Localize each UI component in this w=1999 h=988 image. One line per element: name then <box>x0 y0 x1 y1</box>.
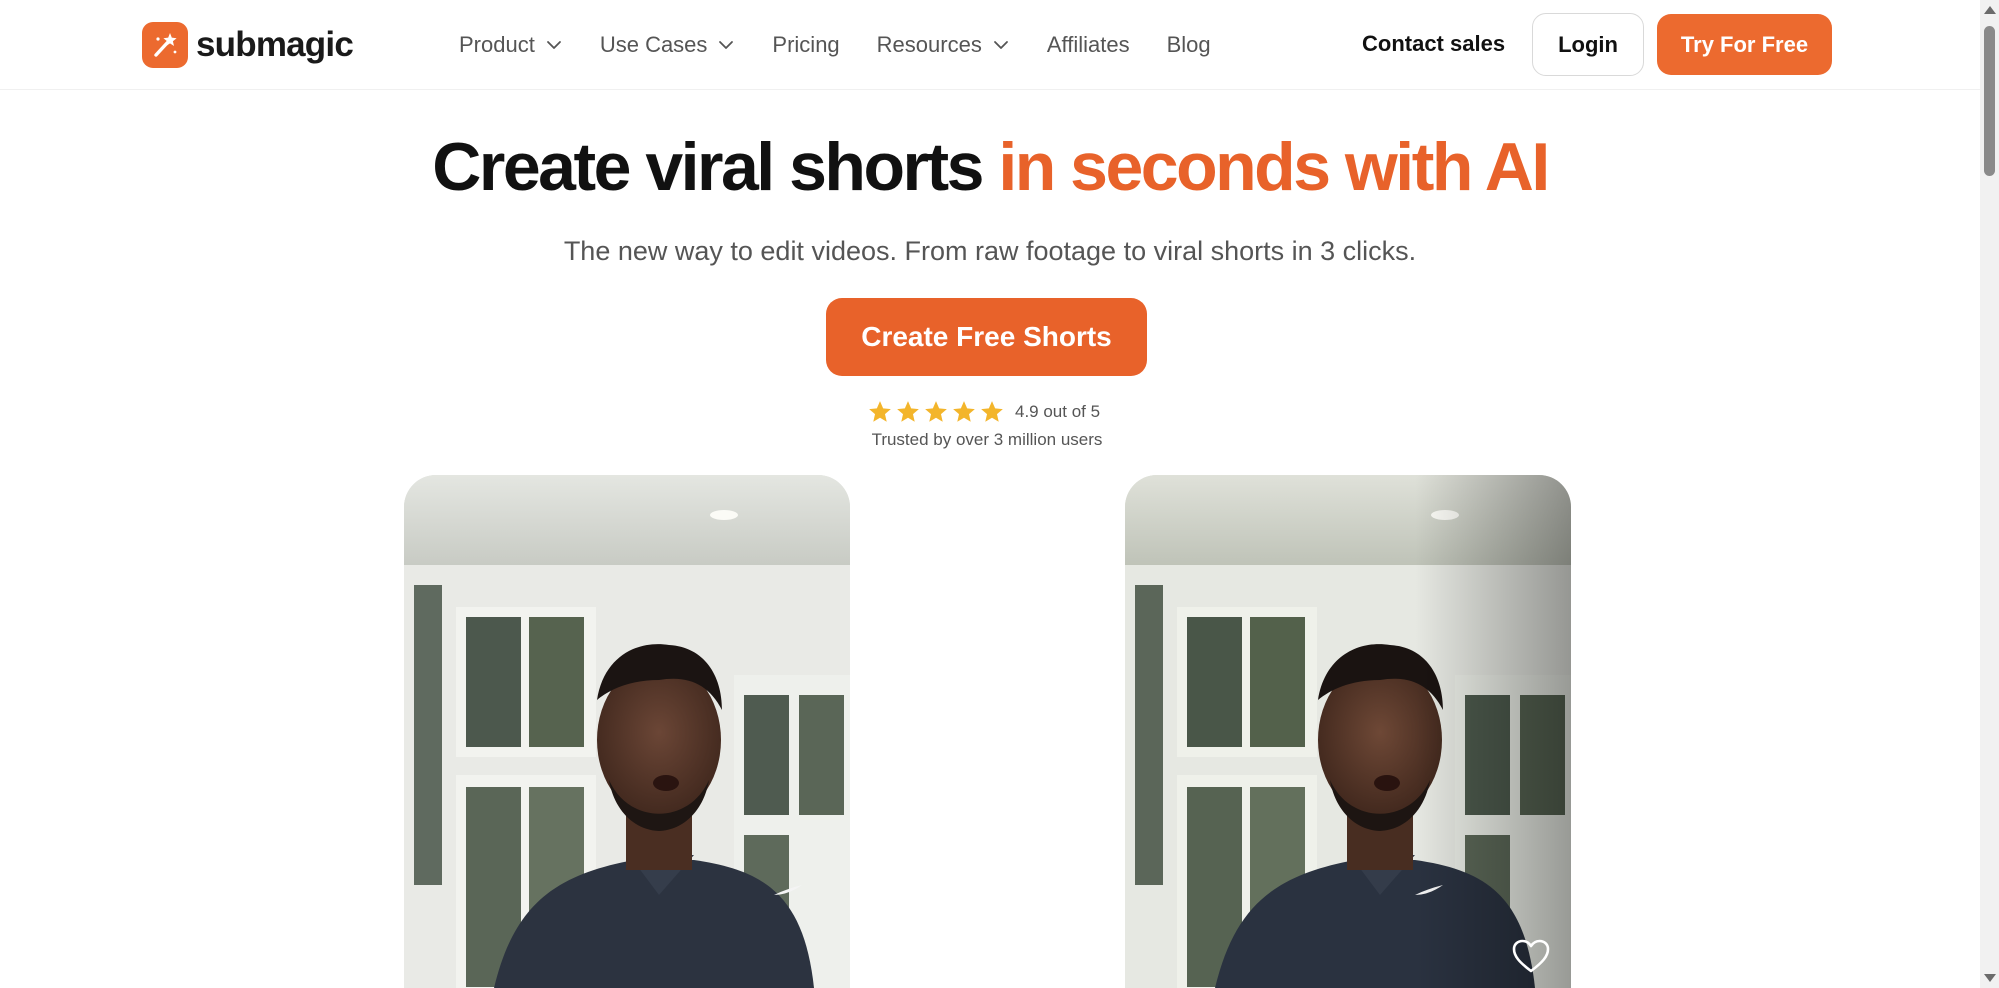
login-button[interactable]: Login <box>1532 13 1644 76</box>
star-icon <box>925 401 947 422</box>
nav-item-affiliates[interactable]: Affiliates <box>1047 32 1130 58</box>
chevron-down-icon <box>546 41 561 49</box>
star-icon <box>897 401 919 422</box>
brand-name: submagic <box>196 25 354 64</box>
edited-video[interactable] <box>1125 475 1571 988</box>
nav-item-label: Affiliates <box>1046 32 1130 57</box>
nav-item-blog[interactable]: Blog <box>1167 32 1211 58</box>
chevron-down-icon <box>719 41 734 49</box>
contact-sales-link[interactable]: Contact sales <box>1362 31 1505 57</box>
video-frame <box>404 475 850 988</box>
create-free-shorts-button[interactable]: Create Free Shorts <box>826 298 1147 376</box>
trusted-text: Trusted by over 3 million users <box>871 430 1103 449</box>
star-icon <box>981 401 1003 422</box>
headline-main: Create viral shorts <box>432 129 999 205</box>
nav-item-label: Product <box>459 32 535 57</box>
raw-video[interactable] <box>404 475 850 988</box>
nav-item-resources[interactable]: Resources <box>877 32 1010 58</box>
main-nav: Product Use Cases Pricing Resources Affi… <box>459 0 1211 90</box>
nav-item-product[interactable]: Product <box>459 32 563 58</box>
try-for-free-button[interactable]: Try For Free <box>1657 14 1832 75</box>
heart-icon[interactable] <box>1511 938 1551 974</box>
nav-item-label: Blog <box>1166 32 1211 57</box>
magic-wand-icon <box>142 22 188 68</box>
rating-value: 4.9 out of 5 <box>1015 402 1101 421</box>
nav-item-label: Resources <box>876 32 982 57</box>
scrollbar-thumb[interactable] <box>1984 26 1995 176</box>
nav-item-label: Use Cases <box>599 32 708 57</box>
scroll-down-arrow-icon[interactable] <box>1984 974 1996 982</box>
video-frame <box>1125 475 1571 988</box>
star-icon <box>953 401 975 422</box>
nav-item-use-cases[interactable]: Use Cases <box>600 32 736 58</box>
star-rating <box>867 399 1005 425</box>
scroll-up-arrow-icon[interactable] <box>1984 6 1996 14</box>
headline-accent: in seconds with AI <box>998 129 1550 205</box>
hero-headline: Create viral shorts in seconds with AI <box>0 128 1980 206</box>
chevron-down-icon <box>993 41 1008 49</box>
nav-item-pricing[interactable]: Pricing <box>772 32 839 58</box>
hero-subline: The new way to edit videos. From raw foo… <box>563 236 1417 266</box>
brand-logo[interactable]: submagic <box>142 22 354 68</box>
star-icon <box>869 401 891 422</box>
page-scrollbar[interactable] <box>1980 0 1999 988</box>
nav-item-label: Pricing <box>772 32 840 57</box>
site-header: submagic Product Use Cases Pricing Resou… <box>0 0 1980 90</box>
rating: 4.9 out of 5 <box>867 399 1100 425</box>
